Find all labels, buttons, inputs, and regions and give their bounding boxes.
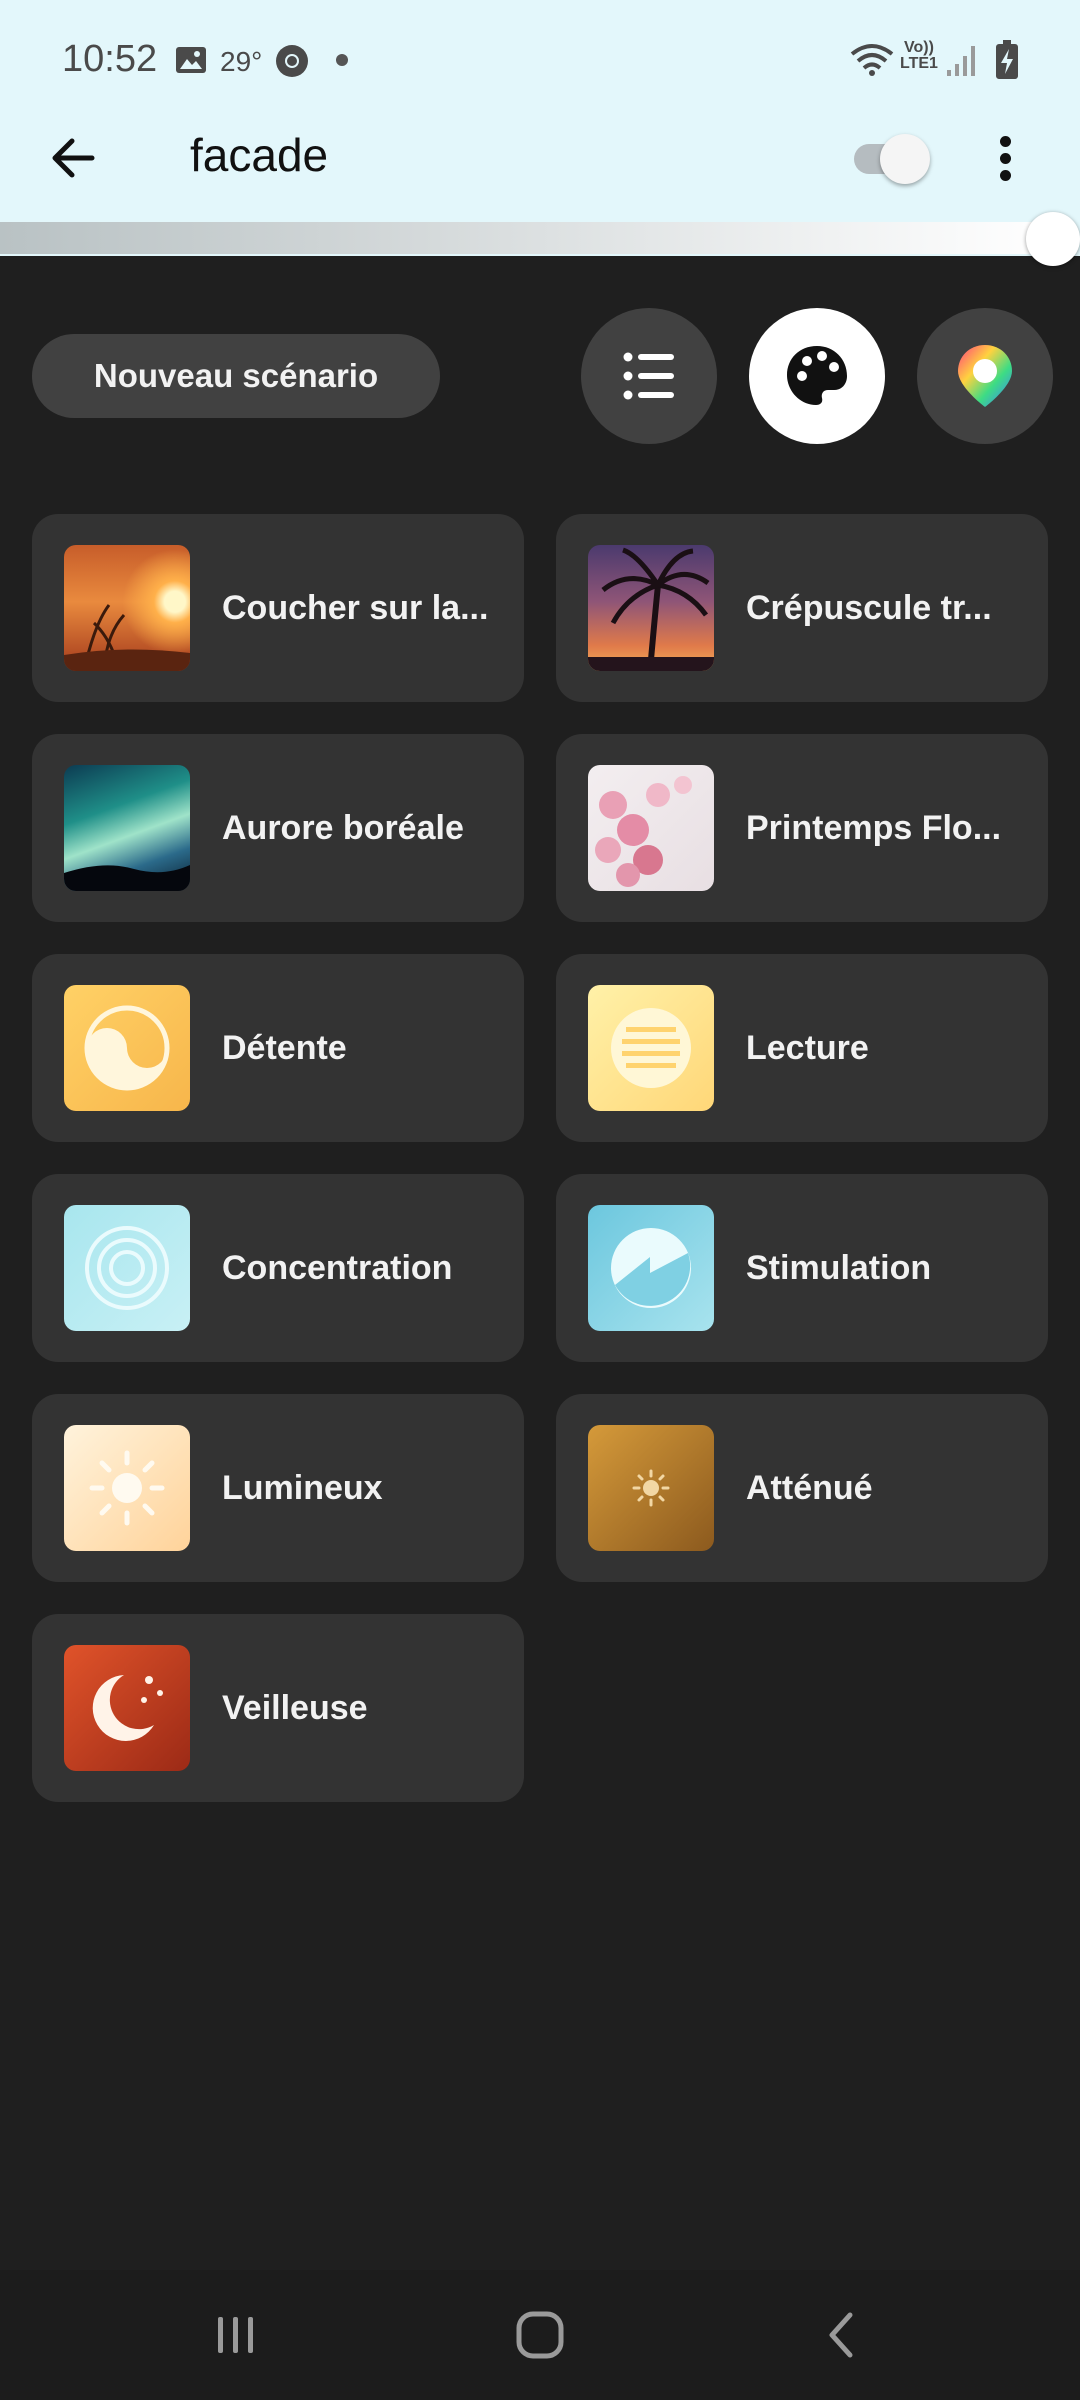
status-time: 10:52 — [62, 38, 158, 80]
list-view-button[interactable] — [581, 308, 717, 444]
scene-label: Lecture — [746, 1028, 869, 1067]
scene-card[interactable]: Lecture — [556, 954, 1048, 1142]
page-title: facade — [190, 129, 329, 181]
power-toggle[interactable] — [850, 134, 936, 184]
home-icon[interactable] — [510, 2310, 570, 2360]
palette-icon — [787, 346, 847, 405]
signal-icon — [947, 46, 975, 76]
image-icon — [176, 47, 206, 73]
palette-view-button[interactable] — [749, 308, 885, 444]
scene-card[interactable]: Crépuscule tr... — [556, 514, 1048, 702]
more-options-icon[interactable] — [990, 130, 1020, 190]
back-arrow-icon[interactable] — [44, 128, 104, 188]
status-temperature: 29° — [220, 46, 263, 77]
notification-dot-icon — [336, 54, 348, 66]
recent-apps-icon[interactable] — [206, 2310, 266, 2360]
brightness-slider-handle[interactable] — [1026, 212, 1080, 266]
dim-sun-icon — [588, 1425, 714, 1551]
aurora-photo — [64, 765, 190, 891]
scene-card[interactable]: Concentration — [32, 1174, 524, 1362]
brightness-slider[interactable] — [0, 222, 1050, 254]
scene-label: Lumineux — [222, 1468, 383, 1507]
scene-label: Concentration — [222, 1248, 453, 1287]
scene-label: Atténué — [746, 1468, 873, 1507]
yin-yang-icon — [64, 985, 190, 1111]
bright-sun-icon — [64, 1425, 190, 1551]
scene-label: Crépuscule tr... — [746, 588, 992, 627]
system-nav-bar — [0, 2270, 1080, 2400]
scene-label: Printemps Flo... — [746, 808, 1002, 847]
scene-label: Détente — [222, 1028, 347, 1067]
palm-dusk-photo — [588, 545, 714, 671]
scene-label: Coucher sur la... — [222, 588, 489, 627]
scene-label: Aurore boréale — [222, 808, 464, 847]
back-nav-icon[interactable] — [812, 2310, 872, 2360]
status-bar: 10:52 29° Vo)) LTE1 — [0, 28, 1080, 98]
scene-card[interactable]: Veilleuse — [32, 1614, 524, 1802]
battery-charging-icon — [996, 40, 1018, 79]
volte-indicator: Vo)) LTE1 — [900, 39, 938, 72]
chrome-icon — [276, 45, 308, 77]
scene-card[interactable]: Coucher sur la... — [32, 514, 524, 702]
color-picker-button[interactable] — [917, 308, 1053, 444]
scene-label: Stimulation — [746, 1248, 932, 1287]
energize-icon — [588, 1205, 714, 1331]
sunset-photo — [64, 545, 190, 671]
scene-label: Veilleuse — [222, 1688, 368, 1727]
new-scene-button[interactable]: Nouveau scénario — [32, 334, 440, 418]
scene-card[interactable]: Détente — [32, 954, 524, 1142]
wifi-icon — [850, 44, 894, 76]
reading-icon — [588, 985, 714, 1111]
blossom-photo — [588, 765, 714, 891]
scene-card[interactable]: Aurore boréale — [32, 734, 524, 922]
scene-card[interactable]: Printemps Flo... — [556, 734, 1048, 922]
header: 10:52 29° Vo)) LTE1 facade — [0, 0, 1080, 266]
color-picker-icon — [958, 345, 1012, 407]
scene-card[interactable]: Lumineux — [32, 1394, 524, 1582]
moon-icon — [64, 1645, 190, 1771]
app-bar: facade — [0, 110, 1080, 202]
scene-card[interactable]: Stimulation — [556, 1174, 1048, 1362]
target-icon — [64, 1205, 190, 1331]
scene-card[interactable]: Atténué — [556, 1394, 1048, 1582]
list-icon — [623, 352, 674, 400]
